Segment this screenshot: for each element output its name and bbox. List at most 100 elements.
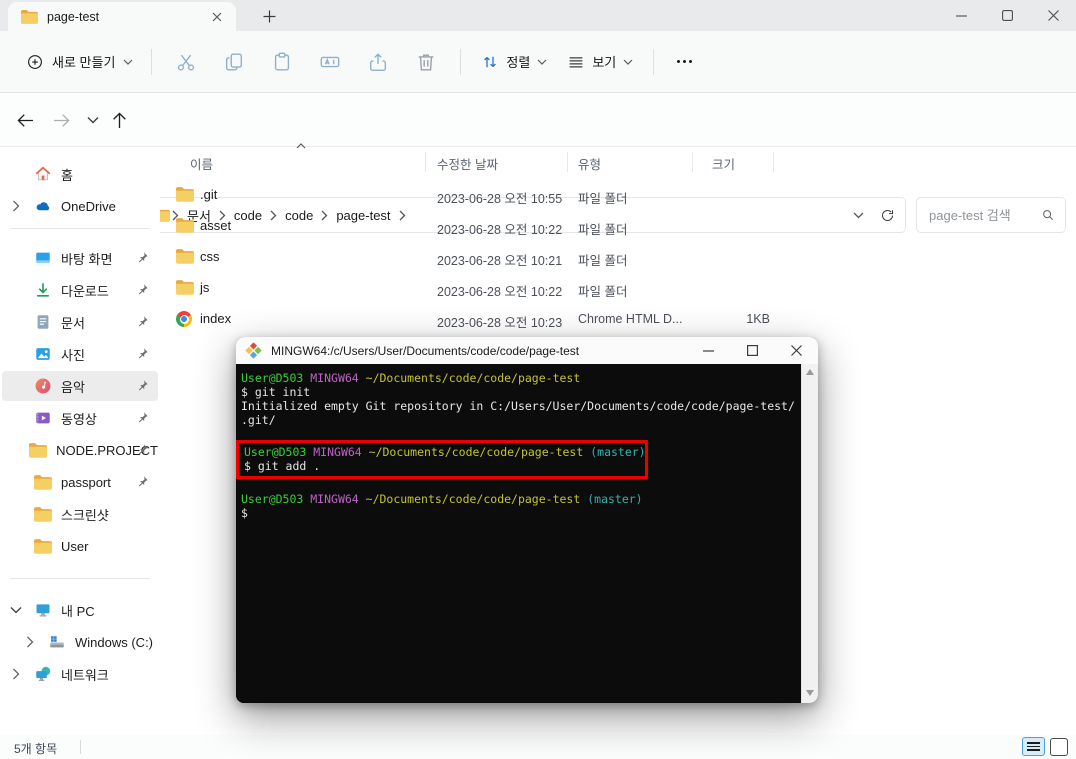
folder-icon xyxy=(29,441,48,459)
address-row: 문서 code code page-test xyxy=(0,94,1076,233)
desktop-icon xyxy=(34,249,52,267)
folder-icon xyxy=(34,537,52,555)
new-item-label: 새로 만들기 xyxy=(52,55,116,70)
column-header-size[interactable]: 크기 xyxy=(712,154,735,173)
terminal-close-button[interactable] xyxy=(774,337,818,364)
scroll-up-icon[interactable] xyxy=(806,369,814,375)
folder-icon xyxy=(34,473,52,491)
terminal-line: .git/ xyxy=(241,413,276,427)
sidebar-divider xyxy=(10,578,150,579)
network-icon xyxy=(34,665,52,683)
new-item-button[interactable]: 새로 만들기 xyxy=(18,46,141,77)
rename-button[interactable] xyxy=(306,43,354,81)
folder-icon xyxy=(176,280,194,295)
file-row-index[interactable]: index 2023-06-28 오전 10:23 Chrome HTML D.… xyxy=(165,304,1076,335)
file-list-header: 이름 수정한 날짜 유형 크기 xyxy=(165,143,1076,176)
chevron-right-icon[interactable] xyxy=(9,199,23,213)
delete-button[interactable] xyxy=(402,43,450,81)
sidebar-item-user[interactable]: User xyxy=(2,531,158,561)
file-row-js[interactable]: js 2023-06-28 오전 10:22 파일 폴더 xyxy=(165,273,1076,304)
view-button[interactable]: 보기 xyxy=(557,46,643,77)
close-button[interactable] xyxy=(1030,0,1076,31)
folder-icon xyxy=(176,187,194,202)
terminal-line: User@D503 MINGW64 ~/Documents/code/code/… xyxy=(241,371,581,385)
toolbar-divider xyxy=(653,48,655,75)
terminal-minimize-button[interactable] xyxy=(686,337,730,364)
sidebar-item-onedrive[interactable]: OneDrive xyxy=(2,191,158,221)
sidebar-item-downloads[interactable]: 다운로드 xyxy=(2,275,158,305)
folder-icon xyxy=(176,218,194,233)
chevron-down-icon xyxy=(123,59,133,65)
explorer-tab-strip: page-test xyxy=(0,0,1076,31)
more-options-button[interactable] xyxy=(664,43,704,81)
chevron-right-icon[interactable] xyxy=(9,667,23,681)
sort-arrows-icon xyxy=(481,53,499,71)
pin-icon xyxy=(136,251,149,264)
pin-icon xyxy=(136,379,149,392)
maximize-button[interactable] xyxy=(984,0,1030,31)
sidebar-item-node-project[interactable]: NODE.PROJECT xyxy=(2,435,158,465)
sort-button[interactable]: 정렬 xyxy=(471,46,557,77)
tab-close-button[interactable] xyxy=(206,6,228,28)
sidebar-item-network[interactable]: 네트워크 xyxy=(2,659,158,689)
large-icons-view-toggle[interactable] xyxy=(1050,737,1068,756)
details-view-toggle[interactable] xyxy=(1022,737,1045,756)
share-button[interactable] xyxy=(354,43,402,81)
document-icon xyxy=(34,313,52,331)
sidebar-item-home[interactable]: 홈 xyxy=(2,159,158,189)
paste-button[interactable] xyxy=(258,43,306,81)
sidebar-item-documents[interactable]: 문서 xyxy=(2,307,158,337)
sidebar-item-music[interactable]: 음악 xyxy=(2,371,158,401)
sidebar-item-pictures[interactable]: 사진 xyxy=(2,339,158,369)
minimize-button[interactable] xyxy=(938,0,984,31)
sidebar-item-desktop[interactable]: 바탕 화면 xyxy=(2,243,158,273)
up-button[interactable] xyxy=(102,103,136,137)
column-header-name[interactable]: 이름 xyxy=(190,154,213,173)
sidebar-item-screenshots[interactable]: 스크린샷 xyxy=(2,499,158,529)
pin-icon xyxy=(136,475,149,488)
chevron-right-icon[interactable] xyxy=(23,635,37,649)
explorer-tab[interactable]: page-test xyxy=(8,2,236,31)
chevron-down-icon[interactable] xyxy=(9,603,23,617)
sort-label: 정렬 xyxy=(506,55,531,70)
forward-button[interactable] xyxy=(44,103,78,137)
column-header-type[interactable]: 유형 xyxy=(578,154,601,173)
terminal-window[interactable]: MINGW64:/c/Users/User/Documents/code/cod… xyxy=(236,337,818,703)
download-icon xyxy=(34,281,52,299)
back-button[interactable] xyxy=(8,103,42,137)
sidebar-item-windows-c[interactable]: Windows (C:) xyxy=(2,627,158,657)
music-icon xyxy=(34,377,52,395)
terminal-title: MINGW64:/c/Users/User/Documents/code/cod… xyxy=(271,343,580,358)
view-label: 보기 xyxy=(592,55,617,70)
file-row-asset[interactable]: asset 2023-06-28 오전 10:22 파일 폴더 xyxy=(165,211,1076,242)
column-header-date[interactable]: 수정한 날짜 xyxy=(437,154,498,173)
terminal-titlebar[interactable]: MINGW64:/c/Users/User/Documents/code/cod… xyxy=(236,337,818,364)
clipboard-buttons xyxy=(162,43,450,81)
folder-icon xyxy=(21,9,38,24)
sidebar-item-this-pc[interactable]: 내 PC xyxy=(2,595,158,625)
chrome-icon xyxy=(176,311,192,327)
file-row-git[interactable]: .git 2023-06-28 오전 10:55 파일 폴더 xyxy=(165,180,1076,211)
copy-button[interactable] xyxy=(210,43,258,81)
onedrive-cloud-icon xyxy=(34,197,52,215)
ellipsis-icon xyxy=(676,60,680,63)
terminal-line: $ git add . xyxy=(244,459,321,473)
terminal-output[interactable]: User@D503 MINGW64 ~/Documents/code/code/… xyxy=(236,364,818,703)
view-lines-icon xyxy=(567,53,585,71)
terminal-line: Initialized empty Git repository in C:/U… xyxy=(241,399,795,413)
chevron-down-icon xyxy=(537,59,547,65)
sidebar-item-videos[interactable]: 동영상 xyxy=(2,403,158,433)
terminal-line: $ git init xyxy=(241,385,311,399)
drive-icon xyxy=(48,633,66,651)
sidebar-item-passport[interactable]: passport xyxy=(2,467,158,497)
pictures-icon xyxy=(34,345,52,363)
new-tab-button[interactable] xyxy=(256,4,282,28)
file-row-css[interactable]: css 2023-06-28 오전 10:21 파일 폴더 xyxy=(165,242,1076,273)
toolbar-divider xyxy=(460,48,462,75)
scroll-down-icon[interactable] xyxy=(806,690,814,696)
terminal-maximize-button[interactable] xyxy=(730,337,774,364)
git-bash-icon xyxy=(245,342,262,359)
cut-button[interactable] xyxy=(162,43,210,81)
terminal-scrollbar[interactable] xyxy=(801,364,818,703)
explorer-toolbar: 새로 만들기 정렬 보기 xyxy=(0,31,1076,93)
